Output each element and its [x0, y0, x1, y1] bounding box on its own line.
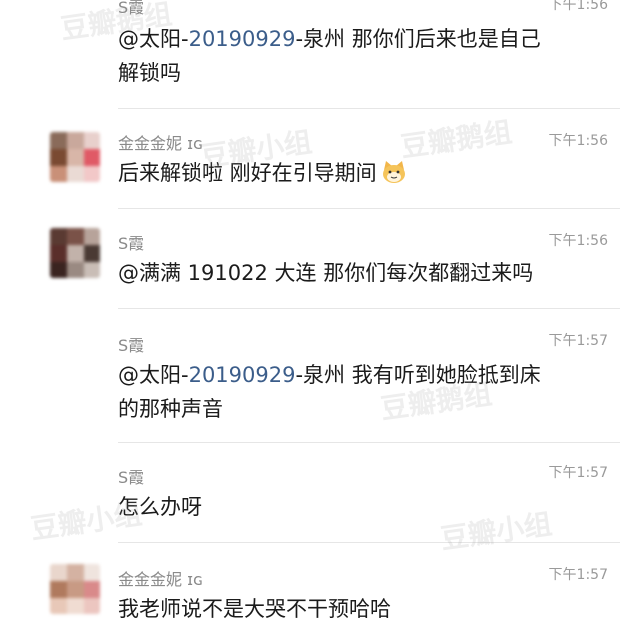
message-text: 怎么办呀	[118, 495, 202, 519]
sender-name[interactable]: S霞	[118, 464, 144, 488]
message-time: 下午1:56	[548, 0, 608, 13]
sender-name[interactable]: S霞	[118, 230, 144, 254]
cat-face-emoji-icon	[381, 160, 407, 184]
avatar[interactable]	[50, 564, 100, 614]
message-text: @太阳-20190929-泉州 那你们后来也是自己 解锁吗	[118, 27, 541, 85]
chat-message: 金金金妮 ɪɢ 下午1:56 后来解锁啦 刚好在引导期间	[0, 108, 640, 208]
message-text: @太阳-20190929-泉州 我有听到她脸抵到床 的那种声音	[118, 363, 541, 421]
sender-name[interactable]: 金金金妮 ɪɢ	[118, 130, 203, 154]
message-text: 我老师说不是大哭不干预哈哈	[118, 597, 391, 621]
message-time: 下午1:56	[548, 233, 608, 249]
message-text: 后来解锁啦 刚好在引导期间	[118, 156, 618, 190]
chat-message: S霞 下午1:57 怎么办呀	[0, 442, 640, 542]
chat-message: S霞 下午1:57 @太阳-20190929-泉州 我有听到她脸抵到床 的那种声音	[0, 308, 640, 442]
sender-name[interactable]: S霞	[118, 0, 144, 18]
message-time: 下午1:57	[548, 567, 608, 583]
sender-name[interactable]: 金金金妮 ɪɢ	[118, 566, 203, 590]
avatar[interactable]	[50, 132, 100, 182]
sender-name[interactable]: S霞	[118, 332, 144, 356]
avatar[interactable]	[50, 228, 100, 278]
message-time: 下午1:57	[548, 465, 608, 481]
chat-message: S霞 下午1:56 @太阳-20190929-泉州 那你们后来也是自己 解锁吗	[0, 0, 640, 108]
message-time: 下午1:56	[548, 133, 608, 149]
chat-message: S霞 下午1:56 @满满 191022 大连 那你们每次都翻过来吗	[0, 208, 640, 308]
message-time: 下午1:57	[548, 333, 608, 349]
message-text: @满满 191022 大连 那你们每次都翻过来吗	[118, 261, 534, 285]
mention-link[interactable]: @太阳-20190929-泉州	[118, 363, 345, 387]
mention-link[interactable]: @太阳-20190929-泉州	[118, 27, 345, 51]
chat-message: 金金金妮 ɪɢ 下午1:57 我老师说不是大哭不干预哈哈	[0, 542, 640, 644]
